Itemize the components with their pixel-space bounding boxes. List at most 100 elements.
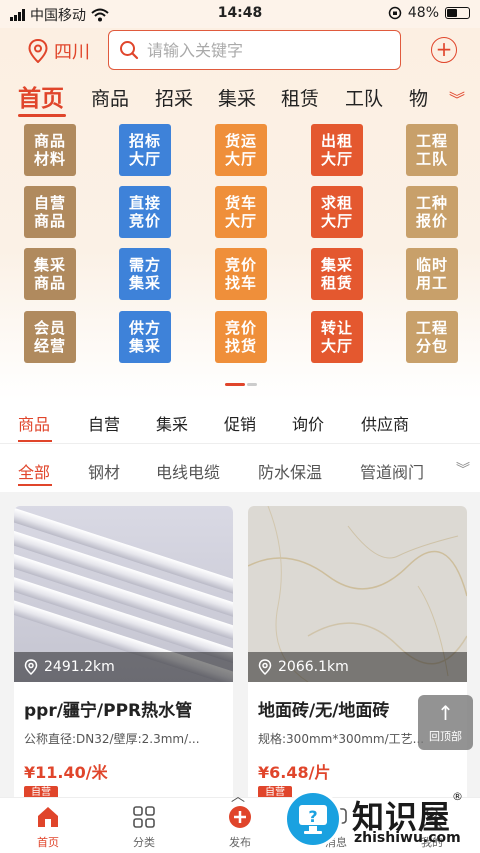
distance-value: 2066.1km [278,659,349,675]
feature-tile-label: 大厅 [224,150,257,168]
feature-tile[interactable]: 求租 大厅 [311,186,363,238]
feature-tile[interactable]: 货车 大厅 [215,186,267,238]
feature-tile-label: 大厅 [320,212,353,230]
nav-rental[interactable]: 租赁 [281,84,319,111]
tab-promotion[interactable]: 促销 [224,411,256,435]
product-card[interactable]: 2491.2km ppr/疆宁/PPR热水管 公称直径:DN32/壁厚:2.3m… [14,506,233,806]
location-pin-icon [258,659,272,675]
feature-tile[interactable]: 集采 商品 [24,248,76,300]
feature-tile-label: 货车 [224,194,257,212]
feature-tile-label: 商品 [33,132,66,150]
subtab-pipes-valves[interactable]: 管道阀门 [360,459,424,483]
search-box[interactable] [108,30,401,70]
nav-bidding[interactable]: 招采 [155,84,193,111]
tab-group-buy[interactable]: 集采 [156,411,188,435]
feature-tile-label: 工程 [415,319,448,337]
arrow-up-icon: ↑ [437,701,454,725]
add-button[interactable]: + [431,37,457,63]
nav-work-team[interactable]: 工队 [345,84,383,111]
feature-tile-label: 招标 [128,132,161,150]
feature-tile-label: 临时 [415,256,448,274]
nav-home[interactable]: 首页 [18,79,64,113]
sub-category-tabs: 全部 钢材 电线电缆 防水保温 管道阀门 ︾ [0,444,480,492]
tab-inquiry[interactable]: 询价 [292,411,324,435]
distance-bar: 2066.1km [248,652,467,682]
feature-tile[interactable]: 出租 大厅 [311,124,363,176]
home-header: 四川 + 首页 商品 招采 集采 租赁 工队 物 ︾ 商品材料招标大厅货运大厅出… [0,28,480,400]
product-title: ppr/疆宁/PPR热水管 [24,701,193,721]
feature-tile-label: 竞价 [224,319,257,337]
feature-tile-label: 大厅 [320,337,353,355]
location-pin-icon [24,659,38,675]
feature-tile[interactable]: 竞价 找货 [215,311,267,363]
location-pin-icon [28,39,48,63]
nav-group-buy[interactable]: 集采 [218,84,256,111]
feature-tile-label: 商品 [33,274,66,292]
tab-goods[interactable]: 商品 [18,411,50,435]
watermark-registered: ® [452,790,463,803]
distance-value: 2491.2km [44,659,115,675]
feature-tile[interactable]: 直接 竞价 [119,186,171,238]
feature-tile[interactable]: 招标 大厅 [119,124,171,176]
feature-tile-label: 租赁 [320,274,353,292]
subtab-all[interactable]: 全部 [18,459,50,483]
feature-tile[interactable]: 会员 经营 [24,311,76,363]
feature-tile-label: 集采 [128,337,161,355]
tabbar-publish-label: 发布 [229,836,251,849]
feature-tile[interactable]: 竞价 找车 [215,248,267,300]
grid-page-indicator [225,383,257,386]
watermark-logo: ? 知识屋 ® zhishiwu.com [280,788,480,853]
feature-tile-label: 求租 [320,194,353,212]
feature-tile[interactable]: 商品 材料 [24,124,76,176]
product-card[interactable]: 2066.1km 地面砖/无/地面砖 规格:300mm*300mm/工艺... … [248,506,467,806]
svg-text:?: ? [308,807,317,826]
add-circle-icon [229,806,251,828]
nav-logistics[interactable]: 物 [409,84,428,111]
location-selector[interactable]: 四川 [28,38,90,64]
feature-tile-label: 经营 [33,337,66,355]
feature-tile-label: 大厅 [320,150,353,168]
feature-tile[interactable]: 工种 报价 [406,186,458,238]
chevron-down-icon[interactable]: ︾ [456,459,470,479]
tabbar-category[interactable]: 分类 [114,802,174,850]
feature-tile-label: 货运 [224,132,257,150]
top-nav: 首页 商品 招采 集采 租赁 工队 物 ︾ [0,78,480,118]
subtab-steel[interactable]: 钢材 [88,459,120,483]
nav-expand-icon[interactable]: ︾ [449,86,465,110]
feature-tile-label: 分包 [415,337,448,355]
feature-tile[interactable]: 转让 大厅 [311,311,363,363]
battery-icon [445,7,470,19]
feature-tile[interactable]: 工程 工队 [406,124,458,176]
feature-tile-label: 报价 [415,212,448,230]
product-price: ¥6.48/片 [258,763,331,782]
feature-tile[interactable]: 供方 集采 [119,311,171,363]
feature-tile[interactable]: 集采 租赁 [311,248,363,300]
feature-tile-label: 商品 [33,212,66,230]
search-icon [120,41,139,60]
nav-goods[interactable]: 商品 [91,84,129,111]
search-input[interactable] [147,40,387,60]
feature-tile-label: 找车 [224,274,257,292]
back-to-top-button[interactable]: ↑ 回顶部 [418,695,473,750]
feature-tile-label: 大厅 [224,212,257,230]
status-right: 48% [388,5,470,21]
distance-bar: 2491.2km [14,652,233,682]
home-icon [38,807,58,827]
tab-active-indicator [18,440,52,442]
feature-tile-label: 转让 [320,319,353,337]
tabbar-home[interactable]: 首页 [18,802,78,850]
feature-tile-label: 材料 [33,150,66,168]
subtab-waterproofing[interactable]: 防水保温 [258,459,322,483]
tab-suppliers[interactable]: 供应商 [361,411,409,435]
feature-tile[interactable]: 货运 大厅 [215,124,267,176]
tabbar-publish[interactable]: 发布 [210,802,270,850]
feature-tile[interactable]: 工程 分包 [406,311,458,363]
subtab-cables[interactable]: 电线电缆 [156,459,220,483]
feature-tile[interactable]: 需方 集采 [119,248,171,300]
tab-self-run[interactable]: 自营 [88,411,120,435]
feature-tile-label: 集采 [128,274,161,292]
feature-tile[interactable]: 自营 商品 [24,186,76,238]
feature-tile[interactable]: 临时 用工 [406,248,458,300]
back-to-top-label: 回顶部 [429,730,462,743]
product-price: ¥11.40/米 [24,763,108,782]
